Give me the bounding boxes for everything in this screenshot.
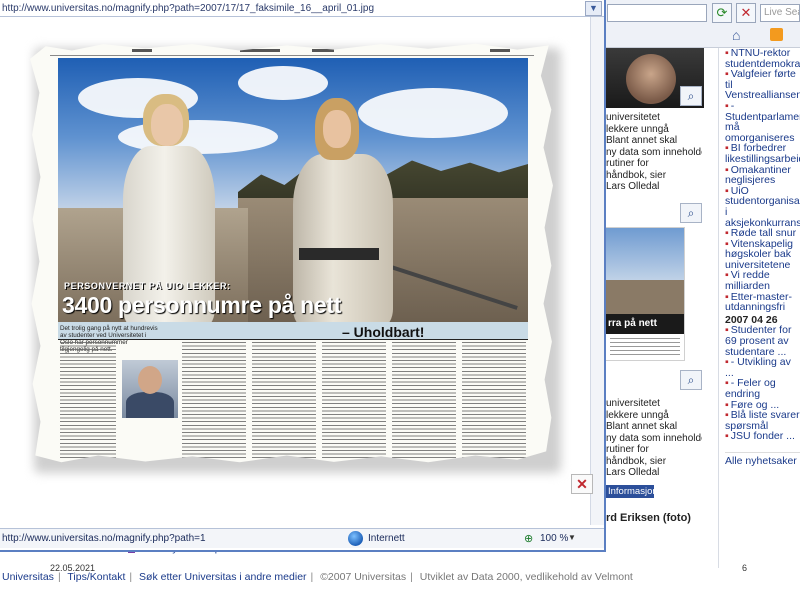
column-divider <box>718 48 719 568</box>
address-field-background[interactable] <box>607 4 707 22</box>
text-column <box>60 342 116 460</box>
photo-caption-2: universitetet lekkere unngå Blant annet … <box>606 398 702 478</box>
news-item[interactable]: ▪ JSU fonder ... <box>725 431 800 442</box>
globe-icon <box>348 531 363 546</box>
text-column <box>322 342 386 460</box>
portrait-face <box>626 54 676 104</box>
close-icon[interactable]: ✕ <box>571 474 593 494</box>
news-item[interactable]: ▪ Omakantiner neglisjeres <box>725 164 800 186</box>
footer-link-home[interactable]: Universitas <box>2 571 54 583</box>
article-kicker: PERSONVERNET PÅ UIO LEKKER: <box>64 281 231 291</box>
magnify-icon[interactable]: ⌕ <box>680 203 702 223</box>
thumbnail-ground <box>606 280 684 314</box>
magnify-icon[interactable]: ⌕ <box>680 86 702 106</box>
home-icon[interactable]: ⌂ <box>732 27 740 43</box>
footer-link-contact[interactable]: Tips/Kontakt <box>67 571 125 583</box>
news-item[interactable]: ▪ Etter-master-utdanningsfri <box>725 291 800 313</box>
news-list: ▪ NTNU-rektor studentdemokrati ▪ Valgfeier… <box>725 48 800 467</box>
news-item[interactable]: ▪- Studentparlamentet må omorganiseres <box>725 101 800 143</box>
person-right <box>273 98 423 322</box>
news-item[interactable]: ▪UiO studentorganisasjoner i aksjekonkur… <box>725 185 800 228</box>
stop-button[interactable]: ✕ <box>736 3 756 23</box>
all-news-link[interactable]: Alle nyhetsaker <box>725 451 800 467</box>
popup-status-bar: http://www.universitas.no/magnify.php?pa… <box>0 528 604 548</box>
status-zone: Internett <box>368 533 405 544</box>
image-popup-window: http://www.universitas.no/magnify.php?pa… <box>0 0 606 552</box>
popup-address-url[interactable]: http://www.universitas.no/magnify.php?pa… <box>2 2 582 15</box>
magnify-icon[interactable]: ⌕ <box>680 370 702 390</box>
live-search-input[interactable]: Live Search <box>760 4 800 22</box>
zoom-level[interactable]: 100 % <box>540 533 568 544</box>
newspaper-clipping: PERSONVERNET PÅ UIO LEKKER: 3400 personn… <box>30 43 553 463</box>
text-column <box>182 342 246 460</box>
footer-copyright: ©2007 Universitas <box>320 571 407 583</box>
article-subheadline: – Uholdbart! <box>342 324 425 340</box>
news-item[interactable]: ▪ - Feler og endring <box>725 378 800 399</box>
article-headline: 3400 personnumre på nett <box>62 292 342 318</box>
news-item[interactable]: ▪BI forbedrer likestillingsarbeidet <box>725 143 800 164</box>
newspaper-header <box>50 48 534 54</box>
footer-credits: Utviklet av Data 2000, vedlikehold av Ve… <box>419 571 633 583</box>
popup-address-bar: http://www.universitas.no/magnify.php?pa… <box>0 0 604 17</box>
news-item[interactable]: ▪ NTNU-rektor studentdemokrati <box>725 48 800 69</box>
text-column <box>252 342 316 460</box>
site-footer: Universitas | Tips/Kontakt | Søk etter Uni… <box>2 571 633 583</box>
chevron-down-icon[interactable]: ▼ <box>585 1 602 16</box>
news-item[interactable]: ▪ - Utvikling av ... <box>725 357 800 378</box>
refresh-button[interactable]: ⟳ <box>712 3 732 23</box>
rss-feed-icon[interactable] <box>770 28 783 41</box>
portrait-photo <box>122 360 178 418</box>
zoom-icon[interactable]: ⊕ <box>524 532 533 545</box>
text-column <box>392 342 456 460</box>
footer-link-search-media[interactable]: Søk etter Universitas i andre medier <box>139 571 306 583</box>
thumbnail-headline: rra på nett <box>606 314 684 334</box>
info-tab[interactable]: Informasjon <box>606 485 654 498</box>
news-item[interactable]: ▪ Valgfeier førte til Venstrealliansen <box>725 69 800 101</box>
photo-credit: rd Eriksen (foto) <box>606 512 691 524</box>
text-column <box>462 342 526 460</box>
subheadline-rule <box>58 339 528 340</box>
chevron-down-icon[interactable]: ▼ <box>568 533 576 542</box>
news-item[interactable]: ▪ Blå liste svarer spørsmål <box>725 410 800 431</box>
news-item[interactable]: ▪ Vitenskapelig høgskoler bak universitet… <box>725 238 800 271</box>
status-url: http://www.universitas.no/magnify.php?pa… <box>2 533 206 544</box>
vertical-scrollbar[interactable] <box>590 17 604 525</box>
header-rule <box>50 55 534 56</box>
photo-caption: universitetet lekkere unngå Blant annet … <box>606 112 702 192</box>
news-item[interactable]: ▪ Studenter for 69 prosent av studentare … <box>725 325 800 357</box>
news-item[interactable]: ▪ Vi redde milliarden <box>725 270 800 291</box>
thumbnail-text <box>610 338 680 358</box>
clipping-thumbnail[interactable]: rra på nett <box>606 228 684 360</box>
